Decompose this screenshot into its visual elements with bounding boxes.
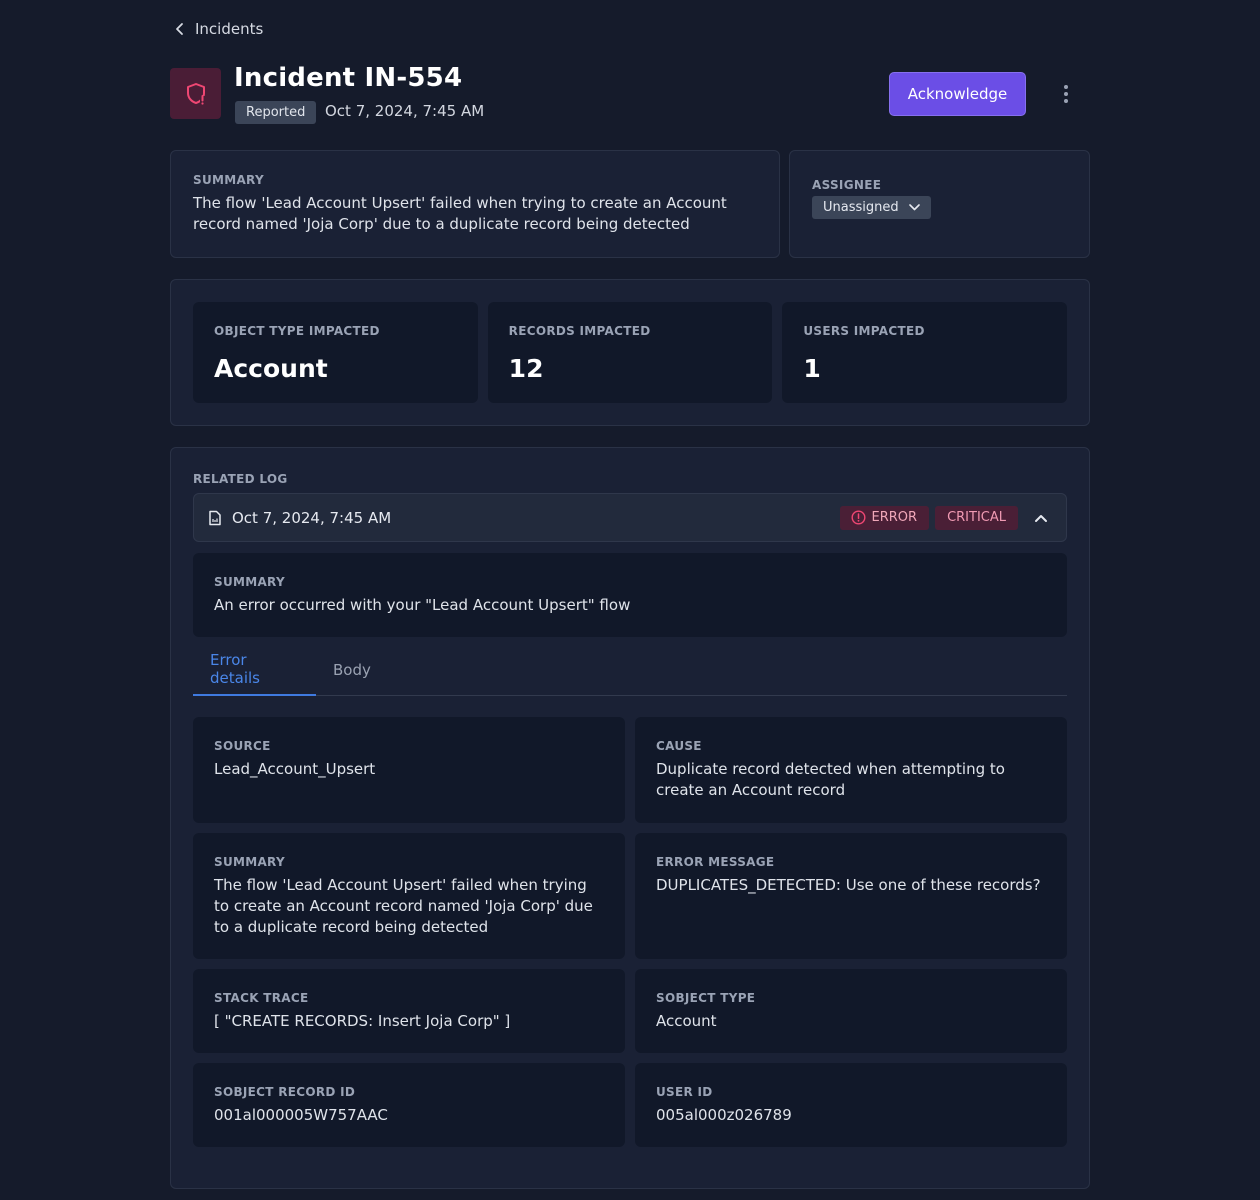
metric-label: OBJECT TYPE IMPACTED bbox=[214, 324, 380, 338]
detail-stack-trace: STACK TRACE [ "CREATE RECORDS: Insert Jo… bbox=[193, 969, 625, 1053]
metric-object-type: OBJECT TYPE IMPACTED Account bbox=[193, 302, 478, 403]
metric-records-impacted: RECORDS IMPACTED 12 bbox=[487, 302, 773, 403]
chevron-down-icon bbox=[908, 204, 920, 211]
detail-value: Lead_Account_Upsert bbox=[214, 760, 376, 778]
detail-value: 005al000z026789 bbox=[656, 1106, 792, 1124]
related-log-label: RELATED LOG bbox=[193, 472, 288, 486]
alert-circle-icon bbox=[851, 510, 866, 525]
tab-body[interactable]: Body bbox=[316, 643, 388, 696]
shield-alert-icon bbox=[170, 68, 221, 119]
log-summary: SUMMARY An error occurred with your "Lea… bbox=[193, 553, 1067, 637]
metric-label: RECORDS IMPACTED bbox=[508, 324, 651, 338]
detail-value: Account bbox=[656, 1012, 717, 1030]
detail-sobject-record-id: SOBJECT RECORD ID 001al000005W757AAC bbox=[193, 1063, 625, 1147]
detail-label: STACK TRACE bbox=[214, 991, 309, 1005]
acknowledge-button[interactable]: Acknowledge bbox=[889, 72, 1026, 116]
back-link-label: Incidents bbox=[195, 20, 264, 38]
assignee-value: Unassigned bbox=[823, 200, 899, 215]
metric-value: Account bbox=[214, 354, 328, 383]
metric-value: 1 bbox=[803, 354, 821, 383]
detail-label: CAUSE bbox=[656, 739, 702, 753]
page-title: Incident IN-554 bbox=[234, 63, 463, 93]
incident-date: Oct 7, 2024, 7:45 AM bbox=[325, 102, 485, 120]
related-log-card: RELATED LOG Oct 7, 2024, 7:45 AM ERROR C… bbox=[170, 447, 1090, 1189]
chevron-up-icon[interactable] bbox=[1034, 513, 1048, 523]
summary-text: The flow 'Lead Account Upsert' failed wh… bbox=[193, 194, 727, 233]
tab-error-details[interactable]: Error details bbox=[193, 643, 316, 696]
assignee-label: ASSIGNEE bbox=[812, 178, 882, 192]
detail-label: SOBJECT RECORD ID bbox=[214, 1085, 356, 1099]
detail-sobject-type: SOBJECT TYPE Account bbox=[635, 969, 1067, 1053]
detail-value: 001al000005W757AAC bbox=[214, 1106, 388, 1124]
more-options-icon[interactable] bbox=[1058, 82, 1074, 106]
detail-cause: CAUSE Duplicate record detected when att… bbox=[635, 717, 1067, 823]
detail-label: SUMMARY bbox=[214, 855, 285, 869]
detail-summary: SUMMARY The flow 'Lead Account Upsert' f… bbox=[193, 833, 625, 959]
detail-user-id: USER ID 005al000z026789 bbox=[635, 1063, 1067, 1147]
detail-value: The flow 'Lead Account Upsert' failed wh… bbox=[214, 876, 593, 936]
detail-label: USER ID bbox=[656, 1085, 713, 1099]
status-badge: Reported bbox=[235, 101, 317, 124]
log-tabs: Error details Body bbox=[193, 643, 1067, 696]
assignee-dropdown[interactable]: Unassigned bbox=[812, 196, 931, 219]
log-summary-label: SUMMARY bbox=[214, 575, 285, 589]
log-level-badge: ERROR bbox=[839, 505, 930, 530]
log-summary-text: An error occurred with your "Lead Accoun… bbox=[214, 596, 631, 614]
severity-badge: CRITICAL bbox=[935, 505, 1018, 530]
detail-label: SOURCE bbox=[214, 739, 271, 753]
metric-value: 12 bbox=[508, 354, 544, 383]
assignee-card: ASSIGNEE Unassigned bbox=[789, 150, 1090, 258]
detail-label: SOBJECT TYPE bbox=[656, 991, 756, 1005]
metric-label: USERS IMPACTED bbox=[803, 324, 925, 338]
detail-label: ERROR MESSAGE bbox=[656, 855, 775, 869]
impact-metrics-card: OBJECT TYPE IMPACTED Account RECORDS IMP… bbox=[170, 279, 1090, 426]
error-details-grid: SOURCE Lead_Account_Upsert CAUSE Duplica… bbox=[193, 717, 1067, 1147]
log-date: Oct 7, 2024, 7:45 AM bbox=[232, 508, 392, 527]
log-entry-header[interactable]: Oct 7, 2024, 7:45 AM ERROR CRITICAL bbox=[193, 493, 1067, 542]
back-link-incidents[interactable]: Incidents bbox=[174, 20, 263, 38]
detail-source: SOURCE Lead_Account_Upsert bbox=[193, 717, 625, 823]
log-level-text: ERROR bbox=[871, 510, 918, 525]
detail-value: DUPLICATES_DETECTED: Use one of these re… bbox=[656, 876, 1041, 894]
detail-value: Duplicate record detected when attemptin… bbox=[656, 760, 1005, 799]
summary-card: SUMMARY The flow 'Lead Account Upsert' f… bbox=[170, 150, 780, 258]
metric-users-impacted: USERS IMPACTED 1 bbox=[782, 302, 1068, 403]
file-chart-icon bbox=[209, 510, 221, 525]
detail-value: [ "CREATE RECORDS: Insert Joja Corp" ] bbox=[214, 1012, 511, 1030]
detail-error-message: ERROR MESSAGE DUPLICATES_DETECTED: Use o… bbox=[635, 833, 1067, 959]
chevron-left-icon bbox=[176, 23, 183, 35]
summary-label: SUMMARY bbox=[193, 173, 264, 187]
